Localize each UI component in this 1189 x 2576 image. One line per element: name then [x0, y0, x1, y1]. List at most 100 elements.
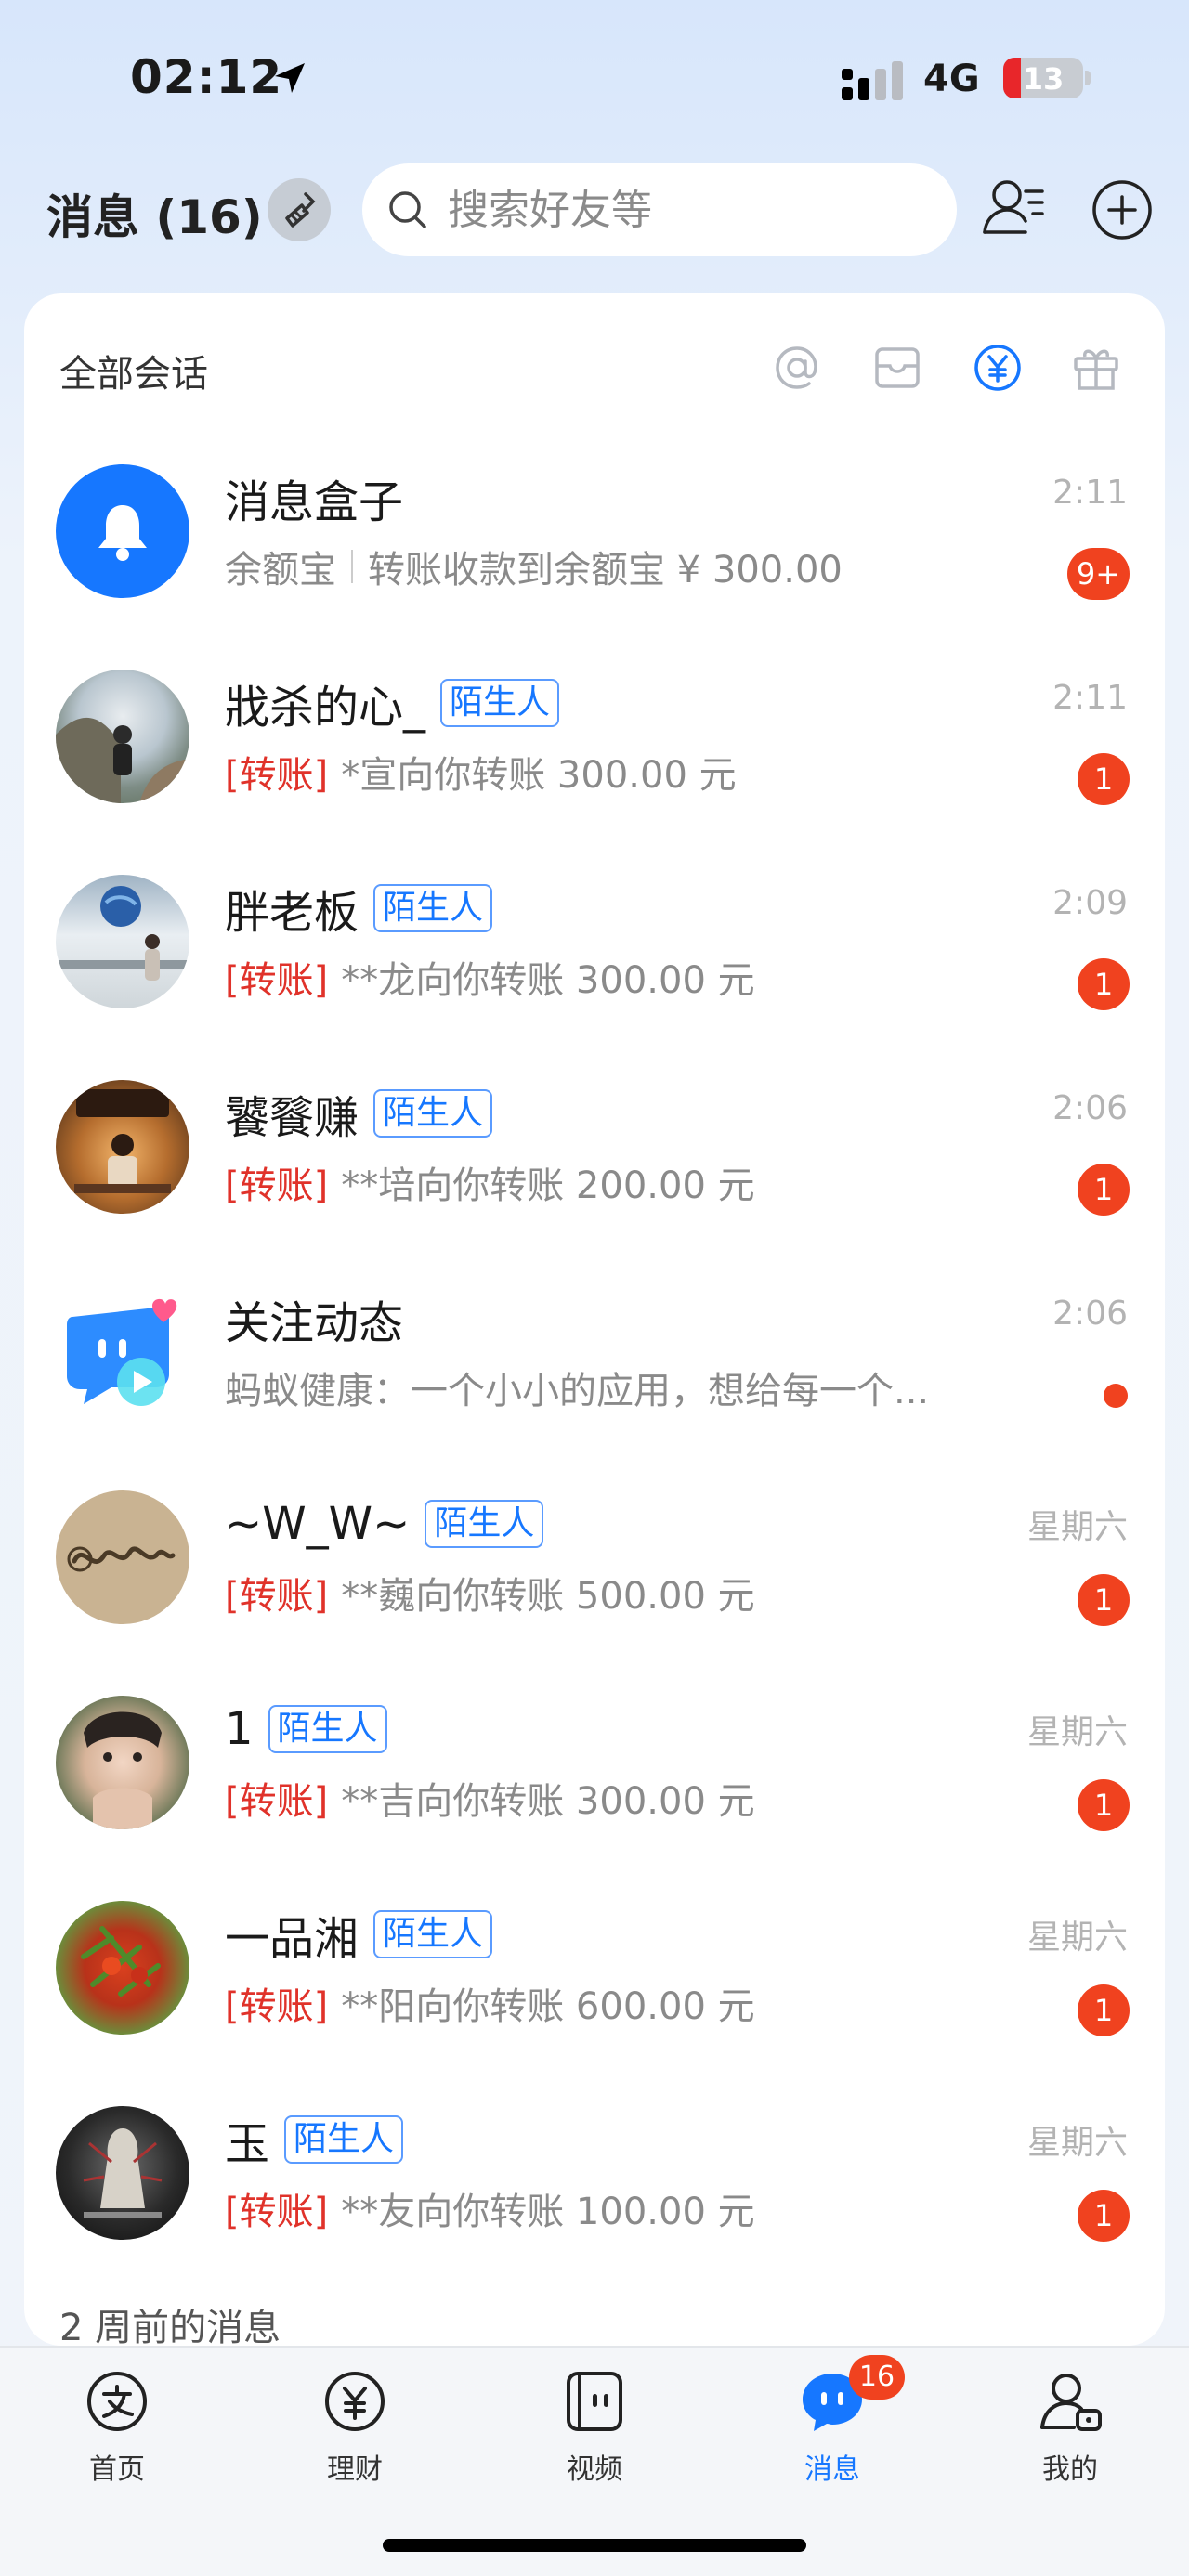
finance-icon [325, 2372, 385, 2431]
transfer-label: [转账] [225, 1985, 329, 2028]
conversation-time: 星期六 [1026, 2124, 1128, 2162]
avatar [56, 1490, 189, 1624]
figure-art [83, 2128, 163, 2218]
preview-text: *宣向你转账 300.00 元 [341, 754, 737, 797]
tab-finance[interactable]: 理财 [281, 2361, 429, 2518]
gift-icon[interactable] [1068, 340, 1124, 396]
conversation-preview: 余额宝 转账收款到余额宝 ¥ 300.00 [225, 539, 843, 594]
tab-label: 理财 [327, 2453, 383, 2486]
unread-badge: 1 [1078, 1984, 1130, 2036]
contacts-icon[interactable] [979, 173, 1050, 243]
transfer-label: [转账] [225, 1164, 329, 1207]
follow-updates-avatar [56, 1285, 189, 1419]
conversation-row[interactable]: 1 陌生人 [转账] **吉向你转账 300.00 元 星期六 1 [24, 1660, 1165, 1866]
status-time: 02:12 [130, 50, 283, 104]
preview-text: **吉向你转账 300.00 元 [341, 1780, 755, 1823]
stranger-tag: 陌生人 [425, 1500, 544, 1548]
conversation-row[interactable]: 饕餮赚 陌生人 [转账] **培向你转账 200.00 元 2:06 1 [24, 1045, 1165, 1250]
preview-text: **龙向你转账 300.00 元 [341, 959, 755, 1002]
conversation-row[interactable]: 消息盒子 余额宝 转账收款到余额宝 ¥ 300.00 2:11 9+ [24, 429, 1165, 634]
conversation-card: 全部会话 消息盒子 余额宝 转账收款到余额宝 ¥ 300.00 2:11 9+ … [24, 293, 1165, 2346]
unread-badge: 1 [1078, 753, 1130, 805]
signal-icon [842, 61, 903, 100]
yuan-icon[interactable] [970, 340, 1026, 396]
unread-badge: 9+ [1066, 548, 1130, 600]
conversation-row[interactable]: 胖老板 陌生人 [转账] **龙向你转账 300.00 元 2:09 1 [24, 839, 1165, 1045]
conversation-row[interactable]: 戕杀的心_ 陌生人 [转账] *宣向你转账 300.00 元 2:11 1 [24, 634, 1165, 839]
stranger-tag: 陌生人 [284, 2115, 404, 2164]
search-bar[interactable] [362, 163, 957, 256]
conversation-time: 星期六 [1026, 1713, 1128, 1751]
conversation-name: 戕杀的心_ [225, 682, 426, 734]
add-icon[interactable] [1089, 176, 1156, 243]
network-type: 4G [923, 58, 980, 100]
conversation-name: 胖老板 [225, 887, 359, 939]
tab-messages[interactable]: 16 消息 [758, 2355, 907, 2518]
card-icon[interactable] [869, 340, 925, 396]
conversation-time: 2:09 [1052, 884, 1128, 922]
conversation-name: 关注动态 [225, 1297, 404, 1349]
home-indicator [383, 2539, 806, 2552]
avatar [56, 2106, 189, 2240]
preview-text: **阳向你转账 600.00 元 [341, 1985, 755, 2028]
search-input[interactable] [448, 186, 931, 234]
tab-label: 我的 [1042, 2453, 1098, 2486]
calligraphy-logo [67, 1546, 176, 1572]
preview-text: **友向你转账 100.00 元 [341, 2191, 755, 2233]
conversation-row[interactable]: ~W_W~ 陌生人 [转账] **巍向你转账 500.00 元 星期六 1 [24, 1455, 1165, 1660]
avatar [56, 875, 189, 1008]
stranger-tag: 陌生人 [373, 1910, 493, 1958]
conversation-preview: [转账] **龙向你转账 300.00 元 [225, 949, 755, 1005]
conversation-time: 星期六 [1026, 1508, 1128, 1546]
filter-bar: 全部会话 [24, 293, 1165, 442]
person-photo [56, 886, 189, 981]
filter-all-conversations[interactable]: 全部会话 [59, 344, 208, 397]
unread-badge: 1 [1078, 958, 1130, 1010]
person-photo [74, 1089, 171, 1193]
bell-icon [98, 505, 147, 561]
profile-icon [1040, 2374, 1102, 2431]
transfer-label: [转账] [225, 959, 329, 1002]
conversation-time: 2:11 [1052, 474, 1128, 512]
conversation-preview: [转账] **友向你转账 100.00 元 [225, 2180, 755, 2236]
preview-text: **培向你转账 200.00 元 [341, 1164, 755, 1207]
conversation-preview: [转账] **吉向你转账 300.00 元 [225, 1770, 755, 1826]
avatar [56, 1080, 189, 1214]
tab-home[interactable]: 首页 [43, 2361, 191, 2518]
conversation-preview: [转账] **阳向你转账 600.00 元 [225, 1975, 755, 2031]
preview-text: **巍向你转账 500.00 元 [341, 1575, 755, 1618]
tab-label: 视频 [567, 2453, 622, 2486]
conversation-name: 1 [225, 1703, 254, 1755]
avatar [56, 1696, 189, 1829]
conversation-row[interactable]: 玉 陌生人 [转账] **友向你转账 100.00 元 星期六 1 [24, 2071, 1165, 2276]
tab-label: 消息 [804, 2453, 860, 2486]
conversation-row[interactable]: 一品湘 陌生人 [转账] **阳向你转账 600.00 元 星期六 1 [24, 1866, 1165, 2071]
transfer-label: [转账] [225, 1780, 329, 1823]
conversation-name: 饕餮赚 [225, 1092, 359, 1144]
at-icon[interactable] [769, 340, 825, 396]
search-icon [389, 191, 426, 228]
header: 消息 (16) [0, 160, 1189, 260]
preview-text: 转账收款到余额宝 ¥ 300.00 [368, 549, 843, 592]
stranger-tag: 陌生人 [373, 1089, 493, 1138]
tab-profile[interactable]: 我的 [996, 2361, 1144, 2518]
battery-icon: 13 [1003, 58, 1083, 98]
conversation-time: 2:06 [1052, 1295, 1128, 1333]
food-photo [81, 1926, 161, 1997]
clear-unread-button[interactable] [268, 178, 331, 241]
tab-video[interactable]: 视频 [520, 2361, 669, 2518]
avatar [56, 1901, 189, 2035]
avatar [56, 670, 189, 803]
conversation-row[interactable]: 关注动态 蚂蚁健康：一个小小的应用，想给每一个... 2:06 [24, 1250, 1165, 1455]
preview-text: 蚂蚁健康：一个小小的应用，想给每一个... [225, 1370, 930, 1412]
person-photo [56, 717, 189, 803]
unread-badge: 1 [1078, 1574, 1130, 1626]
transfer-label: [转账] [225, 1575, 329, 1618]
conversation-time: 星期六 [1026, 1919, 1128, 1957]
follow-updates-icon [67, 1298, 177, 1406]
section-title: 2 周前的消息 [59, 2307, 281, 2346]
stranger-tag: 陌生人 [373, 884, 493, 932]
tab-unread-badge: 16 [849, 2355, 905, 2400]
conversation-name: 消息盒子 [225, 476, 404, 528]
conversation-name: 玉 [225, 2118, 270, 2170]
